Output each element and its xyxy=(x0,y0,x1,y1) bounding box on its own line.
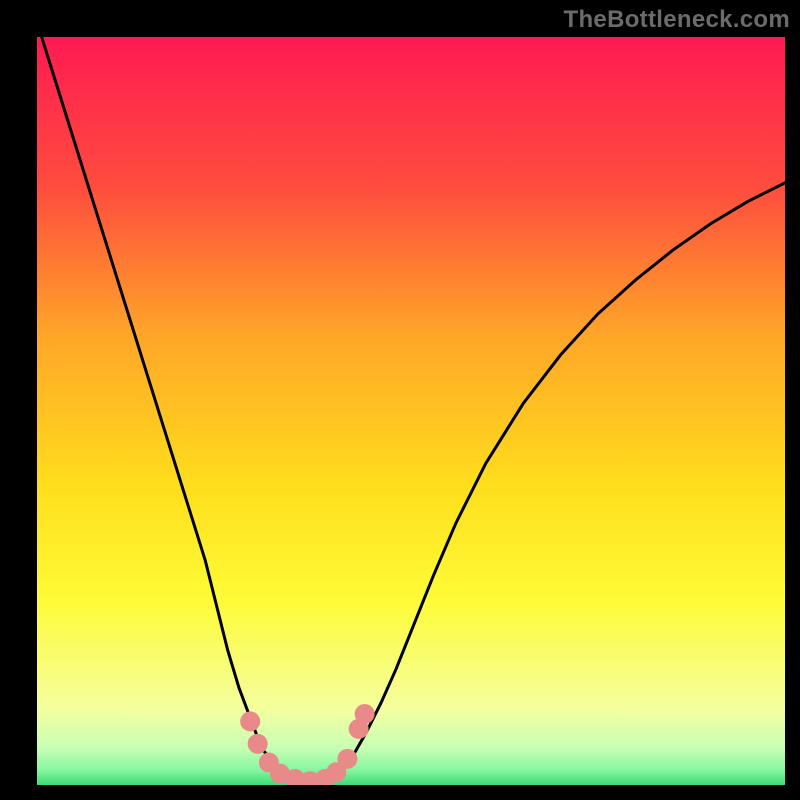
bottleneck-chart xyxy=(0,0,800,800)
valley-marker xyxy=(355,704,375,724)
valley-marker xyxy=(240,711,260,731)
gradient-background xyxy=(37,37,785,785)
chart-frame: TheBottleneck.com xyxy=(0,0,800,800)
valley-marker xyxy=(337,749,357,769)
valley-marker xyxy=(248,734,268,754)
watermark-text: TheBottleneck.com xyxy=(564,6,790,34)
